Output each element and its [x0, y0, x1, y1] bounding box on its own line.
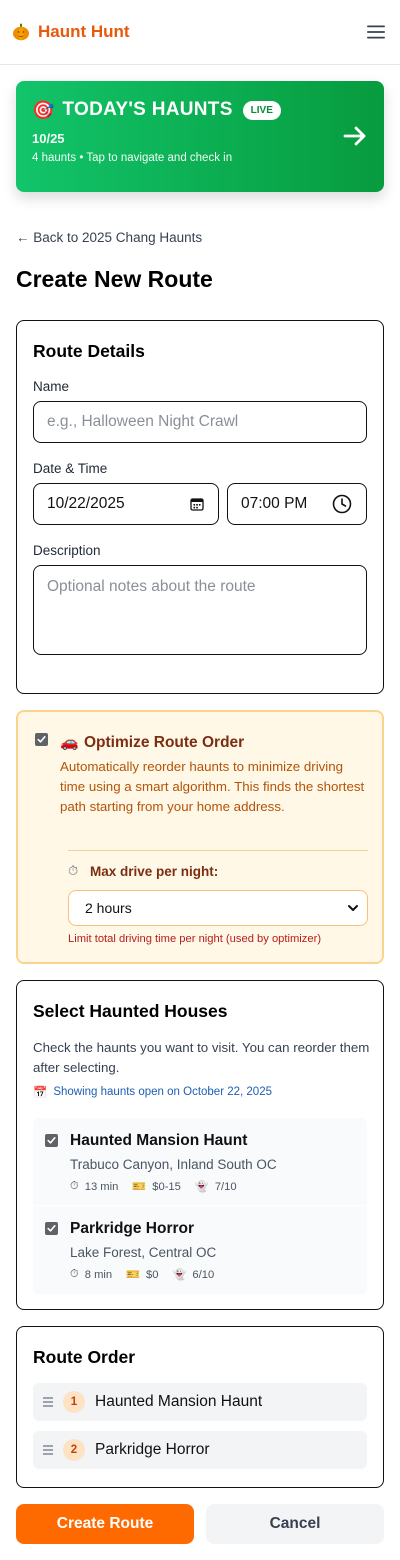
description-placeholder: Optional notes about the route	[47, 578, 256, 595]
route-order-item[interactable]: 2 Parkridge Horror	[33, 1431, 367, 1469]
calendar-icon[interactable]	[190, 497, 204, 511]
drive-time-value: 8 min	[84, 1268, 113, 1281]
todays-haunts-banner[interactable]: 🎯 TODAY'S HAUNTS LIVE 10/25 4 haunts • T…	[16, 81, 384, 192]
house-name: Haunted Mansion Haunt	[70, 1132, 248, 1149]
route-name-input[interactable]: e.g., Halloween Night Crawl	[33, 401, 367, 443]
checkmark-icon	[47, 1137, 56, 1144]
date-input[interactable]: 10/22/2025	[33, 483, 219, 525]
chevron-down-icon	[348, 905, 358, 911]
house-checkbox[interactable]	[45, 1134, 58, 1147]
ghost-icon: 👻	[194, 1181, 209, 1193]
price: 🎫 $0-15	[132, 1180, 181, 1194]
route-order-card: Route Order 1 Haunted Mansion Haunt 2 Pa…	[16, 1326, 384, 1488]
order-name: Parkridge Horror	[95, 1441, 210, 1458]
name-label: Name	[33, 379, 70, 394]
order-number: 2	[63, 1439, 85, 1461]
optimize-divider	[68, 850, 368, 851]
route-order-item[interactable]: 1 Haunted Mansion Haunt	[33, 1383, 367, 1421]
drive-time-value: 13 min	[84, 1180, 119, 1193]
order-number: 1	[63, 1391, 85, 1413]
menu-button[interactable]	[364, 20, 388, 44]
car-icon: 🚗	[60, 734, 79, 751]
max-drive-select[interactable]: 2 hours	[68, 890, 368, 926]
optimize-title: Optimize Route Order	[84, 734, 245, 751]
drag-handle-icon[interactable]	[43, 1445, 53, 1457]
app-header: Haunt Hunt	[0, 0, 400, 65]
optimize-description: Automatically reorder haunts to minimize…	[60, 759, 365, 814]
ticket-icon: 🎫	[126, 1269, 141, 1281]
route-name-placeholder: e.g., Halloween Night Crawl	[47, 413, 239, 430]
house-item[interactable]: Parkridge Horror Lake Forest, Central OC…	[33, 1206, 367, 1294]
date-time-label: Date & Time	[33, 461, 108, 476]
arrow-right-icon	[343, 126, 366, 146]
date-value: 10/22/2025	[47, 495, 125, 512]
scare-rating: 👻 6/10	[172, 1268, 215, 1282]
stopwatch-icon: ⏱	[68, 863, 79, 878]
pumpkin-icon	[12, 23, 30, 41]
house-location: Trabuco Canyon, Inland South OC	[70, 1157, 277, 1172]
description-textarea[interactable]: Optional notes about the route	[33, 565, 367, 655]
banner-subtitle: 4 haunts • Tap to navigate and check in	[32, 152, 233, 164]
showing-text: Showing haunts open on October 22, 2025	[53, 1086, 272, 1098]
house-checkbox[interactable]	[45, 1222, 58, 1235]
scare-rating: 👻 7/10	[194, 1180, 237, 1194]
price: 🎫 $0	[126, 1268, 159, 1282]
page-title: Create New Route	[16, 266, 213, 292]
select-houses-card: Select Haunted Houses Check the haunts y…	[16, 980, 384, 1310]
optimize-checkbox[interactable]	[35, 733, 48, 746]
stopwatch-icon: ⏱	[70, 1180, 79, 1192]
house-location: Lake Forest, Central OC	[70, 1245, 217, 1260]
checkmark-icon	[37, 736, 46, 743]
drive-time: ⏱ 13 min	[70, 1180, 118, 1193]
stopwatch-icon: ⏱	[70, 1268, 79, 1280]
price-value: $0	[146, 1268, 159, 1281]
create-route-button[interactable]: Create Route	[16, 1504, 194, 1544]
drive-time: ⏱ 8 min	[70, 1268, 112, 1281]
ticket-icon: 🎫	[132, 1181, 147, 1193]
clock-icon[interactable]	[332, 494, 352, 514]
select-houses-description: Check the haunts you want to visit. You …	[33, 1040, 370, 1075]
optimize-route-card: 🚗 Optimize Route Order Automatically reo…	[16, 710, 384, 964]
time-value: 07:00 PM	[241, 495, 308, 512]
max-drive-label: Max drive per night:	[90, 864, 219, 879]
rating-value: 6/10	[192, 1268, 215, 1281]
drag-handle-icon[interactable]	[43, 1397, 53, 1409]
house-list: Haunted Mansion Haunt Trabuco Canyon, In…	[33, 1118, 367, 1294]
brand[interactable]: Haunt Hunt	[12, 22, 130, 42]
banner-title: TODAY'S HAUNTS	[62, 99, 233, 120]
price-value: $0-15	[152, 1180, 181, 1193]
checkmark-icon	[47, 1225, 56, 1232]
calendar-icon: 📅	[33, 1087, 48, 1099]
route-order-title: Route Order	[33, 1347, 136, 1367]
brand-name: Haunt Hunt	[38, 22, 130, 41]
house-meta: ⏱ 13 min 🎫 $0-15 👻 7/10	[70, 1180, 237, 1193]
select-houses-title: Select Haunted Houses	[33, 1001, 228, 1021]
cancel-button[interactable]: Cancel	[206, 1504, 384, 1544]
back-link[interactable]: ← Back to 2025 Chang Haunts	[16, 230, 202, 245]
max-drive-hint: Limit total driving time per night (used…	[68, 933, 322, 945]
ghost-icon: 👻	[172, 1269, 187, 1281]
route-details-card: Route Details Name e.g., Halloween Night…	[16, 320, 384, 694]
time-input[interactable]: 07:00 PM	[227, 483, 367, 525]
showing-date-note: 📅 Showing haunts open on October 22, 202…	[33, 1085, 272, 1099]
max-drive-value: 2 hours	[85, 900, 132, 916]
description-label: Description	[33, 543, 101, 558]
live-badge: LIVE	[242, 100, 281, 120]
banner-date: 10/25	[32, 131, 65, 146]
hamburger-menu-icon	[367, 25, 385, 39]
target-icon: 🎯	[32, 100, 55, 120]
house-item[interactable]: Haunted Mansion Haunt Trabuco Canyon, In…	[33, 1118, 367, 1206]
route-details-title: Route Details	[33, 341, 145, 361]
rating-value: 7/10	[214, 1180, 237, 1193]
house-meta: ⏱ 8 min 🎫 $0 👻 6/10	[70, 1268, 214, 1281]
house-name: Parkridge Horror	[70, 1220, 195, 1237]
order-name: Haunted Mansion Haunt	[95, 1393, 263, 1410]
